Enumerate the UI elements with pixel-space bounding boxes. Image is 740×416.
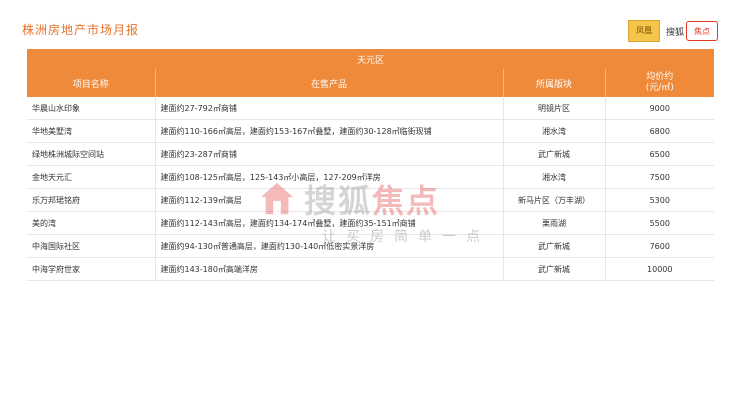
watermark-slogan: 让买房简单一点 xyxy=(322,229,490,245)
table-row: 华地美墅湾 建面约110-166㎡高层，建面约153-167㎡叠墅，建面约30-… xyxy=(27,119,715,143)
table-row: 乐万邦珺铭府 建面约112-139㎡高层 新马片区（万丰湖） 5300 xyxy=(27,188,715,212)
cell-price: 5500 xyxy=(604,211,715,235)
cell-area: 新马片区（万丰湖） xyxy=(502,188,605,212)
cell-price: 10000 xyxy=(604,257,715,281)
table-header: 项目名称 在售产品 所属版块 均价约 (元/㎡) xyxy=(27,69,715,97)
cell-area: 武广新城 xyxy=(502,234,605,258)
cell-area: 栗雨湖 xyxy=(502,211,605,235)
cell-product: 建面约110-166㎡高层，建面约153-167㎡叠墅，建面约30-128㎡临街… xyxy=(154,119,503,143)
cell-price: 5300 xyxy=(604,188,715,212)
district-band: 天元区 xyxy=(27,49,715,69)
cell-product: 建面约108-125㎡高层，125-143㎡小高层，127-209㎡洋房 xyxy=(154,165,503,189)
cell-price: 9000 xyxy=(604,97,715,120)
sohu-focus-logo-text: 搜狐 xyxy=(665,27,684,38)
cell-price: 6800 xyxy=(604,119,715,143)
cell-area: 武广新城 xyxy=(502,142,605,166)
cell-price: 6500 xyxy=(604,142,715,166)
page-title: 株洲房地产市场月报 xyxy=(22,23,140,37)
cell-project: 乐万邦珺铭府 xyxy=(27,188,155,212)
cell-area: 武广新城 xyxy=(502,257,605,281)
table-row: 华晨山水印象 建面约27-792㎡商铺 明镜片区 9000 xyxy=(27,97,715,120)
partner-logo: 凤凰 xyxy=(627,20,660,42)
cell-product: 建面约23-287㎡商铺 xyxy=(154,142,503,166)
table-row: 金地天元汇 建面约108-125㎡高层，125-143㎡小高层，127-209㎡… xyxy=(27,165,715,189)
cell-area: 湘水湾 xyxy=(502,165,605,189)
table-row: 中海学府世家 建面约143-180㎡高端洋房 武广新城 10000 xyxy=(27,257,715,281)
cell-product: 建面约112-139㎡高层 xyxy=(154,188,503,212)
cell-area: 明镜片区 xyxy=(502,97,605,120)
cell-project: 华晨山水印象 xyxy=(27,97,155,120)
cell-price: 7600 xyxy=(604,234,715,258)
cell-product: 建面约27-792㎡商铺 xyxy=(154,97,503,120)
col-header-price: 均价约 (元/㎡) xyxy=(604,69,715,97)
col-header-product: 在售产品 xyxy=(154,69,503,97)
cell-price: 7500 xyxy=(604,165,715,189)
price-table: 天元区 项目名称 在售产品 所属版块 均价约 (元/㎡) 华晨山水印象 建面约27… xyxy=(27,49,715,281)
cell-project: 绿地株洲城际空间站 xyxy=(27,142,155,166)
cell-area: 湘水湾 xyxy=(502,119,605,143)
price-table-container: 天元区 项目名称 在售产品 所属版块 均价约 (元/㎡) 华晨山水印象 建面约27… xyxy=(27,49,715,281)
col-header-project: 项目名称 xyxy=(27,69,155,97)
logo-group: 凤凰 搜狐 焦点 xyxy=(627,20,718,42)
cell-product: 建面约143-180㎡高端洋房 xyxy=(154,257,503,281)
cell-project: 中海学府世家 xyxy=(27,257,155,281)
cell-project: 美的湾 xyxy=(27,211,155,235)
cell-project: 华地美墅湾 xyxy=(27,119,155,143)
cell-project: 中海国际社区 xyxy=(27,234,155,258)
sohu-focus-logo: 搜狐 焦点 xyxy=(666,21,718,41)
cell-project: 金地天元汇 xyxy=(27,165,155,189)
table-row: 绿地株洲城际空间站 建面约23-287㎡商铺 武广新城 6500 xyxy=(27,142,715,166)
focus-mark-icon: 焦点 xyxy=(686,21,718,41)
col-header-area: 所属版块 xyxy=(502,69,605,97)
